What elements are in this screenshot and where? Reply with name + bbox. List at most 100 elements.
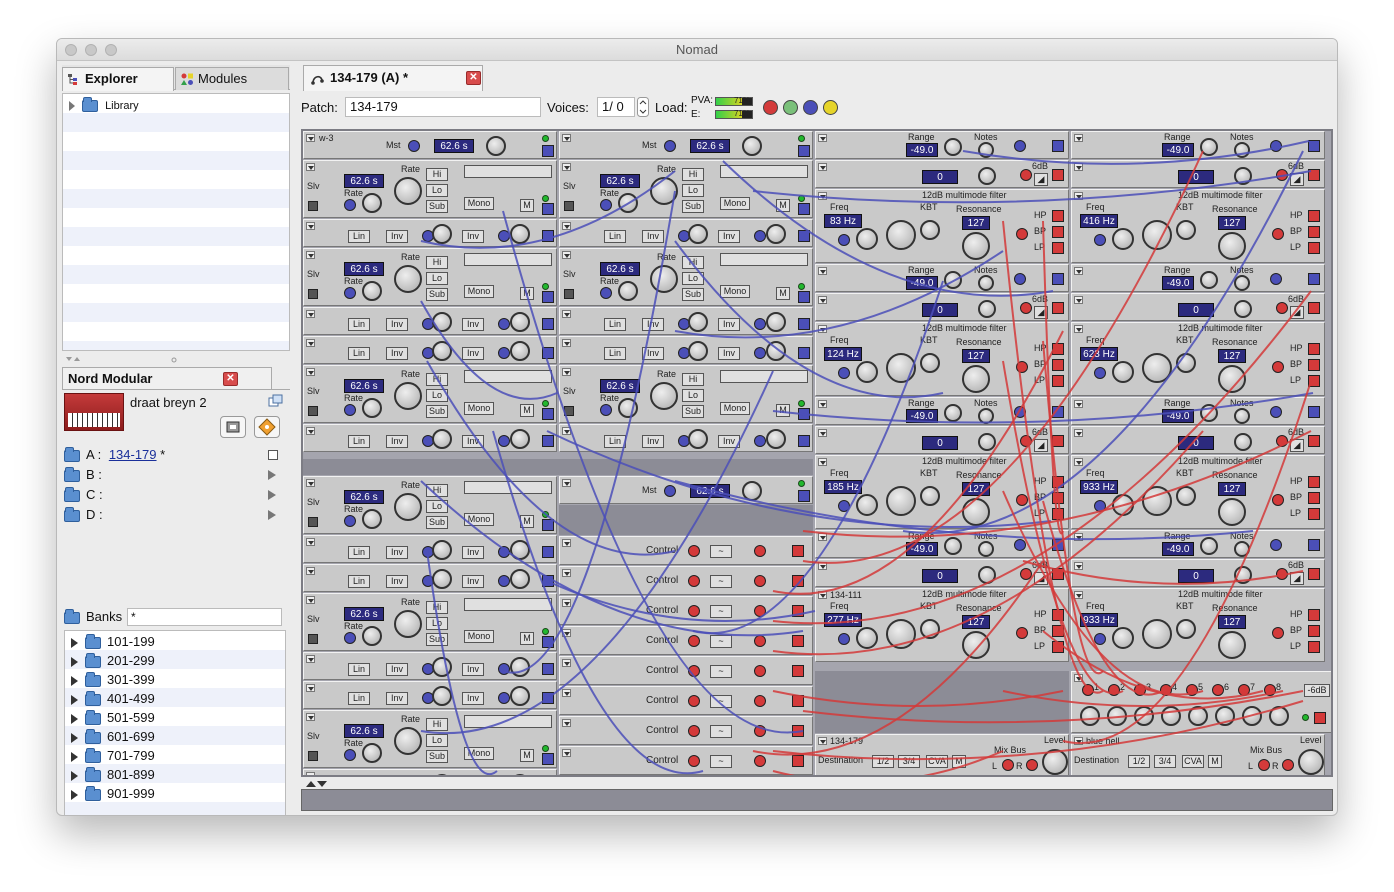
knob[interactable] xyxy=(1112,494,1134,516)
inv-button[interactable]: Inv xyxy=(642,347,664,360)
knob[interactable] xyxy=(1234,142,1250,158)
dest-cva[interactable]: CVA xyxy=(1182,755,1204,768)
knob[interactable] xyxy=(962,631,990,659)
knob[interactable] xyxy=(886,220,916,250)
hi-button[interactable]: Hi xyxy=(426,718,448,731)
knob[interactable] xyxy=(618,398,638,418)
knob[interactable] xyxy=(978,142,994,158)
output-jack[interactable] xyxy=(1052,435,1064,447)
input-jack[interactable] xyxy=(1094,234,1106,246)
chevron-right-icon[interactable] xyxy=(69,101,75,112)
knob[interactable] xyxy=(978,275,994,291)
knob[interactable] xyxy=(510,429,530,449)
input-jack[interactable] xyxy=(498,692,510,704)
knob[interactable] xyxy=(394,177,422,205)
banks-filter-input[interactable]: * xyxy=(127,608,282,626)
lo-button[interactable]: Lo xyxy=(426,389,448,402)
inv-button[interactable]: Inv xyxy=(718,318,740,331)
output-jack[interactable] xyxy=(1052,492,1064,504)
bank-item[interactable]: 801-899 xyxy=(71,765,155,784)
knob[interactable] xyxy=(978,408,994,424)
knob[interactable] xyxy=(432,429,452,449)
close-icon[interactable]: ✕ xyxy=(223,372,238,386)
input-jack[interactable] xyxy=(1094,633,1106,645)
output-jack[interactable] xyxy=(1308,359,1320,371)
windows-icon[interactable] xyxy=(268,394,284,408)
sub-button[interactable]: Sub xyxy=(426,200,448,213)
bank-item[interactable]: 101-199 xyxy=(71,632,155,651)
curve-button[interactable]: ~ xyxy=(710,755,732,768)
input-jack[interactable] xyxy=(754,635,766,647)
input-jack[interactable] xyxy=(1258,759,1270,771)
inv-button[interactable]: Inv xyxy=(642,230,664,243)
output-jack[interactable] xyxy=(1308,302,1320,314)
input-jack[interactable] xyxy=(754,605,766,617)
knob[interactable] xyxy=(742,481,762,501)
mono-button[interactable]: Mono xyxy=(720,285,750,298)
input-jack[interactable] xyxy=(498,230,510,242)
input-jack[interactable] xyxy=(1276,169,1288,181)
knob[interactable] xyxy=(1142,486,1172,516)
curve-button[interactable]: ~ xyxy=(710,725,732,738)
output-jack[interactable] xyxy=(792,605,804,617)
collapse-toggle[interactable] xyxy=(818,591,827,599)
collapse-toggle[interactable] xyxy=(306,163,315,171)
hi-button[interactable]: Hi xyxy=(426,373,448,386)
collapse-toggle[interactable] xyxy=(306,310,315,318)
knob[interactable] xyxy=(766,341,786,361)
curve-button[interactable]: ~ xyxy=(710,575,732,588)
inv-button[interactable]: Inv xyxy=(642,435,664,448)
collapse-toggle[interactable] xyxy=(306,251,315,259)
knob[interactable] xyxy=(1218,232,1246,260)
lo-button[interactable]: Lo xyxy=(682,184,704,197)
knob[interactable] xyxy=(766,224,786,244)
collapse-toggle[interactable] xyxy=(562,539,571,547)
input-jack[interactable] xyxy=(344,749,356,761)
output-jack[interactable] xyxy=(798,230,810,242)
shape-button[interactable]: ◢ xyxy=(1034,572,1048,585)
collapse-toggle[interactable] xyxy=(562,222,571,230)
slot-a[interactable]: A : 134-179 * xyxy=(64,446,165,464)
input-jack[interactable] xyxy=(1094,367,1106,379)
knob[interactable] xyxy=(742,136,762,156)
collapse-toggle[interactable] xyxy=(562,599,571,607)
input-jack[interactable] xyxy=(498,435,510,447)
slot-b[interactable]: B : xyxy=(64,466,102,484)
collapse-toggle[interactable] xyxy=(562,134,571,142)
collapse-toggle[interactable] xyxy=(1074,674,1083,682)
knob[interactable] xyxy=(510,569,530,589)
knob[interactable] xyxy=(362,509,382,529)
input-jack[interactable] xyxy=(1026,759,1038,771)
lin-button[interactable]: Lin xyxy=(604,318,626,331)
minimize-window-button[interactable] xyxy=(85,44,97,56)
knob[interactable] xyxy=(362,193,382,213)
inv-button[interactable]: Inv xyxy=(718,435,740,448)
collapse-toggle[interactable] xyxy=(306,339,315,347)
inv-button[interactable]: Inv xyxy=(462,435,484,448)
sub-button[interactable]: Sub xyxy=(426,405,448,418)
input-jack[interactable] xyxy=(664,140,676,152)
input-jack[interactable] xyxy=(1276,568,1288,580)
slot-c[interactable]: C : xyxy=(64,486,103,504)
waveform-selector[interactable] xyxy=(464,165,552,178)
zoom-window-button[interactable] xyxy=(105,44,117,56)
curve-button[interactable]: ~ xyxy=(710,695,732,708)
output-jack[interactable] xyxy=(1052,476,1064,488)
input-jack[interactable] xyxy=(1282,759,1294,771)
input-jack[interactable] xyxy=(1270,273,1282,285)
collapse-toggle[interactable] xyxy=(818,192,827,200)
knob[interactable] xyxy=(394,493,422,521)
input-jack[interactable] xyxy=(1272,494,1284,506)
collapse-toggle[interactable] xyxy=(1074,591,1083,599)
output-jack[interactable] xyxy=(542,636,554,648)
knob[interactable] xyxy=(1234,433,1252,451)
input-jack[interactable] xyxy=(1016,494,1028,506)
output-jack[interactable] xyxy=(792,635,804,647)
knob[interactable] xyxy=(920,486,940,506)
knob[interactable] xyxy=(510,540,530,560)
output-jack[interactable] xyxy=(1308,226,1320,238)
input-jack[interactable] xyxy=(1020,568,1032,580)
knob[interactable] xyxy=(920,619,940,639)
tab-modules[interactable]: Modules xyxy=(175,67,289,90)
knob[interactable] xyxy=(432,686,452,706)
